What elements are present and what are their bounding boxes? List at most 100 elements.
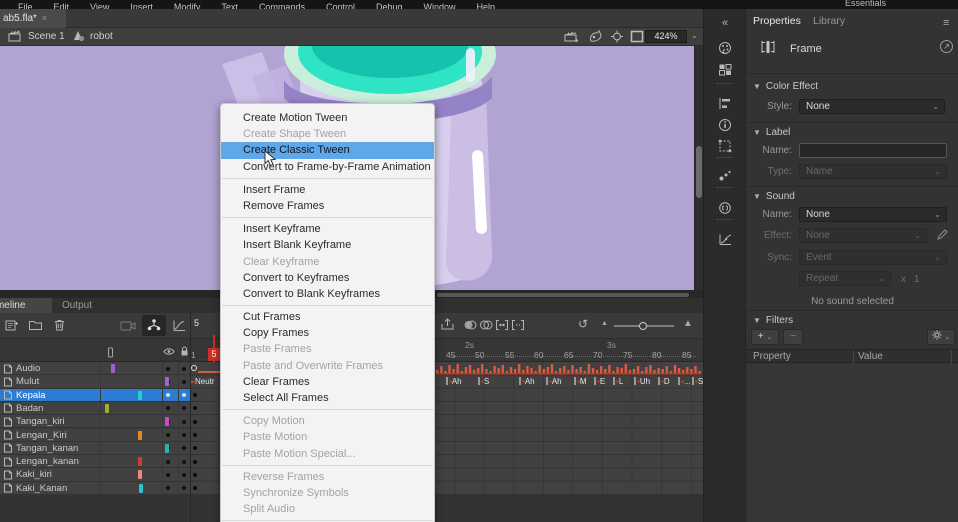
layer-visibility-dot[interactable] — [166, 406, 170, 410]
lipsync-frame-label[interactable]: ▪D — [658, 377, 670, 386]
keyframe-hollow[interactable] — [191, 365, 197, 371]
layer-parent-marker[interactable] — [138, 470, 142, 479]
layer-name[interactable]: Kaki_Kanan — [16, 482, 67, 495]
clip-content-icon[interactable] — [630, 30, 644, 43]
info-icon[interactable] — [704, 118, 746, 137]
lipsync-frame-label[interactable]: ▪S — [478, 377, 489, 386]
lipsync-frame-label[interactable]: ▪L — [613, 377, 623, 386]
brush-library-icon[interactable] — [704, 169, 746, 187]
layer-lock-dot[interactable] — [182, 433, 186, 437]
keyframe-dot[interactable] — [193, 446, 197, 450]
layer-parent-marker[interactable] — [111, 364, 115, 373]
collapse-triangle-icon[interactable]: ▼ — [753, 82, 761, 91]
menu-item[interactable]: Create Classic Tween — [221, 142, 434, 158]
transform-icon[interactable] — [704, 139, 746, 158]
align-icon[interactable] — [704, 97, 746, 115]
menu-item[interactable]: Insert Keyframe — [221, 221, 434, 237]
layer-lock-dot[interactable] — [182, 420, 186, 424]
collapse-panels-icon[interactable]: « — [704, 17, 746, 29]
onion-skin-icon[interactable] — [463, 319, 477, 331]
delete-icon[interactable] — [53, 318, 66, 332]
export-icon[interactable] — [440, 318, 455, 331]
menu-item[interactable]: Copy Frames — [221, 325, 434, 341]
help-icon[interactable]: ↗ — [940, 40, 953, 53]
color-icon[interactable] — [704, 41, 746, 60]
layer-name[interactable]: Kaki_kiri — [16, 468, 52, 481]
new-layer-icon[interactable] — [4, 318, 19, 332]
layer-parent-marker[interactable] — [138, 431, 142, 440]
eye-icon[interactable] — [163, 347, 175, 356]
menu-item[interactable]: Insert Frame — [221, 182, 434, 198]
menu-view[interactable]: View — [90, 1, 109, 9]
stage-vertical-scrollbar[interactable] — [694, 46, 703, 290]
menu-insert[interactable]: Insert — [130, 1, 153, 9]
section-label[interactable]: ▼Label — [753, 127, 790, 138]
menu-item[interactable]: Convert to Keyframes — [221, 270, 434, 286]
layer-row-audio[interactable]: Audio — [0, 362, 190, 375]
style-dropdown[interactable]: None⌄ — [799, 99, 945, 114]
onion-outlines-icon[interactable] — [479, 319, 493, 331]
lipsync-frame-label[interactable]: ▪... — [678, 377, 691, 386]
collapse-triangle-icon[interactable]: ▼ — [753, 192, 761, 201]
layer-name[interactable]: Badan — [16, 402, 43, 415]
layer-lock-dot[interactable] — [182, 380, 186, 384]
tab-library[interactable]: Library — [813, 15, 845, 27]
layer-row-mulut[interactable]: Mulut — [0, 375, 190, 388]
lipsync-frame-label[interactable]: ▪E — [594, 377, 605, 386]
lipsync-frame-label[interactable]: ▪S — [692, 377, 703, 386]
keyframe-dot[interactable] — [193, 473, 197, 477]
frame-label[interactable]: ▸Neutr — [191, 377, 215, 386]
menu-item[interactable]: Select All Frames — [221, 390, 434, 406]
layer-name[interactable]: Kepala — [16, 389, 46, 402]
layer-lock-dot[interactable] — [182, 446, 186, 450]
layer-visibility-dot[interactable] — [166, 393, 170, 397]
loop-icon[interactable]: ↺ — [578, 317, 588, 331]
parenting-view-toggle[interactable] — [142, 315, 166, 336]
layer-row-kaki_kiri[interactable]: Kaki_kiri — [0, 468, 190, 481]
menu-item[interactable]: Remove Frames — [221, 198, 434, 214]
layer-name[interactable]: Lengan_kanan — [16, 455, 79, 468]
keyframe-dot[interactable] — [193, 420, 197, 424]
edit-symbols-icon[interactable] — [588, 30, 603, 43]
menu-window[interactable]: Window — [424, 1, 456, 9]
workspace-switcher[interactable]: Essentials — [845, 0, 886, 9]
marker-range-icon[interactable] — [511, 319, 525, 331]
lipsync-frame-label[interactable]: ▪Ah — [446, 377, 462, 386]
edit-scene-icon[interactable] — [564, 30, 579, 43]
section-sound[interactable]: ▼Sound — [753, 191, 795, 202]
layer-visibility-dot[interactable] — [166, 433, 170, 437]
layer-row-lengan_kiri[interactable]: Lengan_Kiri — [0, 429, 190, 442]
layer-parent-marker[interactable] — [139, 484, 143, 493]
motion-presets-icon[interactable] — [704, 233, 746, 251]
zoom-dropdown-chevron-icon[interactable]: ⌄ — [691, 31, 698, 40]
keyframe-dot[interactable] — [193, 486, 197, 490]
breadcrumb-scene[interactable]: Scene 1 — [28, 31, 65, 43]
layer-visibility-dot[interactable] — [166, 473, 170, 477]
remove-filter-button[interactable]: − — [783, 329, 803, 345]
layer-row-kaki_kanan[interactable]: Kaki_Kanan — [0, 482, 190, 495]
menu-control[interactable]: Control — [326, 1, 355, 9]
layer-lock-dot[interactable] — [182, 406, 186, 410]
layer-visibility-dot[interactable] — [166, 367, 170, 371]
filter-options-button[interactable]: ⌄ — [927, 329, 955, 345]
center-frame-icon[interactable] — [610, 30, 624, 43]
menu-item[interactable]: Clear Frames — [221, 374, 434, 390]
tab-properties[interactable]: Properties — [753, 15, 801, 27]
keyframe-dot[interactable] — [193, 433, 197, 437]
menu-edit[interactable]: Edit — [54, 1, 70, 9]
menu-modify[interactable]: Modify — [174, 1, 201, 9]
close-tab-icon[interactable]: × — [42, 13, 47, 23]
layer-parent-marker[interactable] — [165, 377, 169, 386]
panel-menu-icon[interactable]: ≡ — [943, 17, 949, 29]
menu-help[interactable]: Help — [477, 1, 496, 9]
layer-name[interactable]: Audio — [16, 362, 40, 375]
layer-name[interactable]: Lengan_Kiri — [16, 429, 67, 442]
layer-lock-dot[interactable] — [182, 393, 186, 397]
layer-row-tangan_kanan[interactable]: Tangan_kanan — [0, 442, 190, 455]
playhead-frame-number[interactable]: 5 — [208, 348, 220, 361]
layer-lock-dot[interactable] — [182, 486, 186, 490]
new-folder-icon[interactable] — [28, 318, 43, 332]
scrollbar-thumb[interactable] — [437, 293, 689, 297]
layer-row-tangan_kiri[interactable]: Tangan_kiri — [0, 415, 190, 428]
sound-name-dropdown[interactable]: None⌄ — [799, 207, 947, 222]
